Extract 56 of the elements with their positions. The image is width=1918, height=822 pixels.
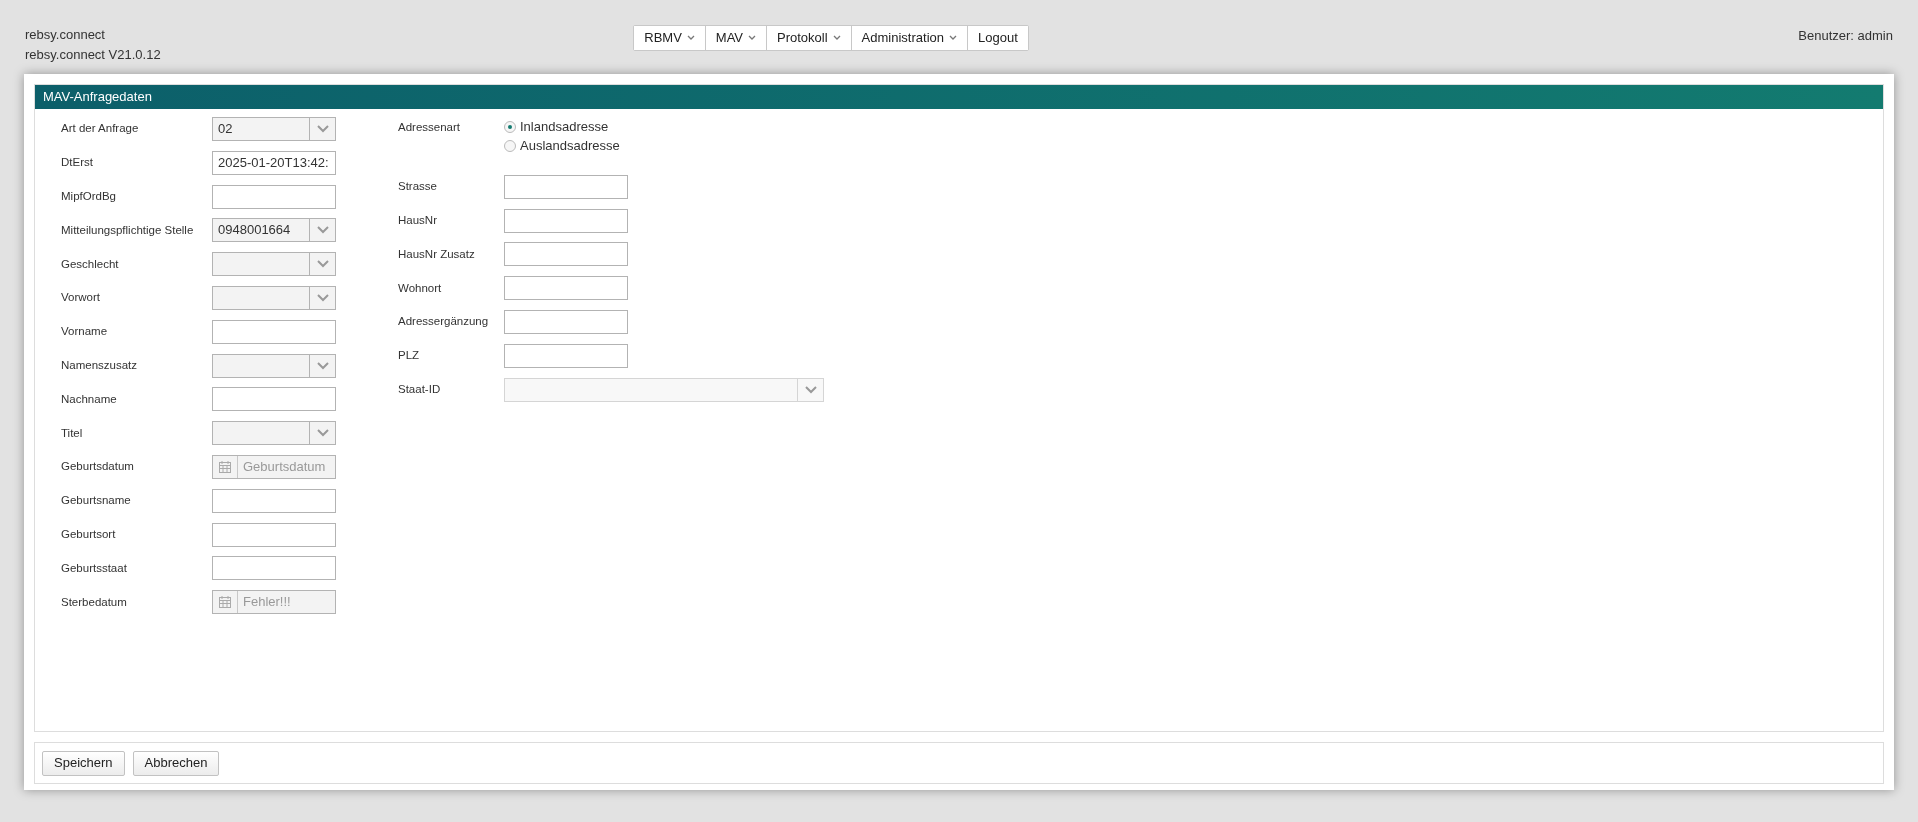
field-label: Geburtsort <box>61 526 117 542</box>
app-name: rebsy.connect <box>25 26 106 44</box>
field-label: Sterbedatum <box>61 594 128 610</box>
field-label: HausNr Zusatz <box>398 246 476 262</box>
radio-option[interactable]: Inlandsadresse <box>504 117 620 136</box>
radio-option[interactable]: Auslandsadresse <box>504 136 620 155</box>
field-label: Titel <box>61 425 84 441</box>
field-label: Mitteilungspflichtige Stelle <box>61 222 195 238</box>
field-label: Staat-ID <box>398 381 442 397</box>
date-field[interactable]: Fehler!!! <box>212 590 336 615</box>
panel-title: MAV-Anfragedaten <box>35 85 1883 109</box>
user-label: Benutzer: admin <box>1798 27 1893 45</box>
field-label: MipfOrdBg <box>61 188 117 204</box>
action-button[interactable]: Abbrechen <box>132 750 220 776</box>
field-label: Geburtsstaat <box>61 560 128 576</box>
dropdown-field[interactable]: 02 <box>212 117 336 141</box>
field-label: PLZ <box>398 348 421 364</box>
field-label: Wohnort <box>398 280 443 296</box>
field-label: Geburtsname <box>61 493 132 509</box>
text-field[interactable] <box>212 556 336 581</box>
text-field[interactable] <box>212 319 336 344</box>
text-field[interactable] <box>212 184 336 209</box>
field-label: Namenszusatz <box>61 357 139 373</box>
text-field[interactable] <box>212 387 336 412</box>
text-field[interactable] <box>504 208 628 233</box>
text-field[interactable]: 2025-01-20T13:42: <box>212 150 336 175</box>
text-field[interactable] <box>504 242 628 267</box>
field-label: DtErst <box>61 155 94 171</box>
date-field[interactable]: Geburtsdatum <box>212 454 336 479</box>
dropdown-field[interactable] <box>212 286 336 310</box>
field-label: Vorname <box>61 324 109 340</box>
field-label: Vorwort <box>61 290 101 306</box>
dropdown-field[interactable] <box>504 377 824 402</box>
field-label: Geschlecht <box>61 256 120 272</box>
field-label: Geburtsdatum <box>61 459 135 475</box>
dropdown-field[interactable] <box>212 421 336 446</box>
dropdown-field[interactable] <box>212 252 336 277</box>
text-field[interactable] <box>212 522 336 547</box>
field-label: Art der Anfrage <box>61 121 140 137</box>
field-label: Strasse <box>398 179 438 195</box>
text-field[interactable] <box>504 276 628 301</box>
app-version: rebsy.connect V21.0.12 <box>25 46 162 64</box>
field-label: Adressergänzung <box>398 314 490 330</box>
text-field[interactable] <box>212 488 336 513</box>
action-button[interactable]: Speichern <box>42 750 125 776</box>
date-input[interactable]: Fehler!!! <box>238 591 335 614</box>
field-label: Nachname <box>61 391 118 407</box>
dropdown-field[interactable]: 0948001664 <box>212 218 336 243</box>
field-label: Adressenart <box>398 120 460 135</box>
field-label: HausNr <box>398 212 438 228</box>
text-field[interactable] <box>504 310 628 334</box>
date-input[interactable]: Geburtsdatum <box>238 455 335 478</box>
menu-item[interactable]: Logout <box>967 26 1028 50</box>
text-field[interactable] <box>504 343 628 368</box>
text-field[interactable] <box>504 174 628 199</box>
dropdown-field[interactable] <box>212 353 336 378</box>
